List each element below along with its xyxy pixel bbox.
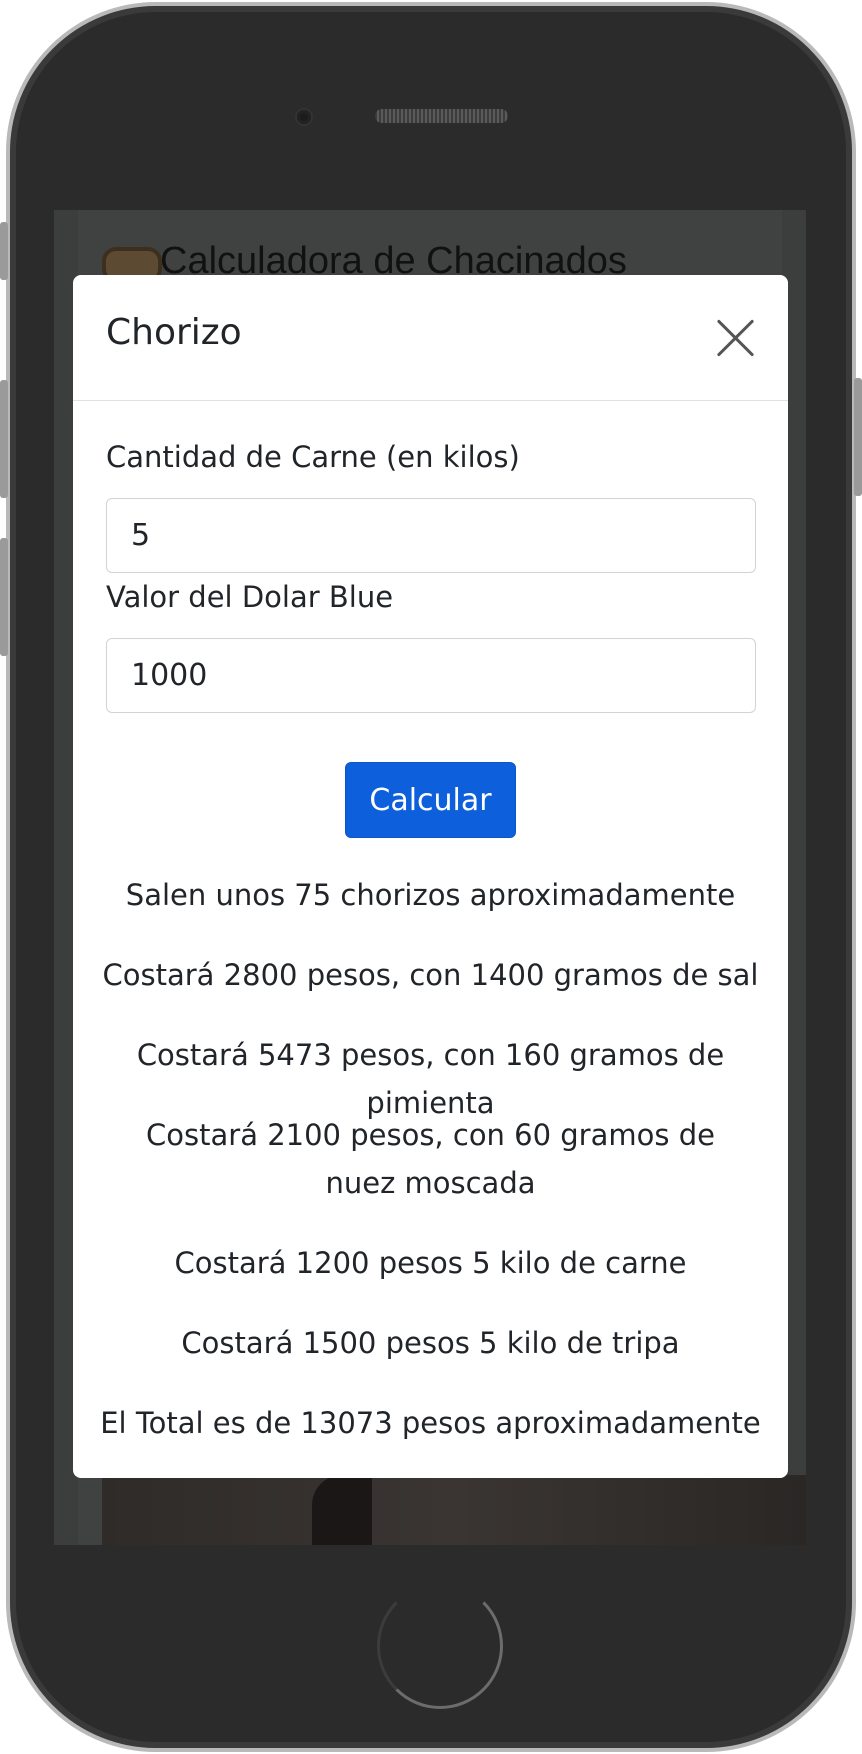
camera-icon bbox=[297, 110, 311, 124]
modal-title: Chorizo bbox=[106, 312, 242, 353]
result-quantity: Salen unos 75 chorizos aproximadamente bbox=[125, 878, 736, 912]
modal-header: Chorizo bbox=[73, 275, 788, 401]
meat-quantity-input[interactable] bbox=[106, 498, 756, 573]
close-icon[interactable] bbox=[717, 319, 755, 357]
result-meat: Costará 1200 pesos 5 kilo de carne bbox=[174, 1246, 687, 1280]
background-image bbox=[102, 1475, 806, 1545]
dollar-blue-input[interactable] bbox=[106, 638, 756, 713]
volume-down-button bbox=[0, 538, 8, 656]
power-button bbox=[854, 378, 862, 496]
dollar-blue-label: Valor del Dolar Blue bbox=[106, 580, 394, 614]
result-salt: Costará 2800 pesos, con 1400 gramos de s… bbox=[102, 958, 759, 992]
volume-up-button bbox=[0, 380, 8, 498]
home-button[interactable] bbox=[377, 1583, 503, 1709]
meat-quantity-label: Cantidad de Carne (en kilos) bbox=[106, 440, 520, 474]
speaker-grille bbox=[375, 109, 508, 123]
calculate-button[interactable]: Calcular bbox=[345, 762, 516, 838]
mute-switch bbox=[0, 222, 8, 280]
result-total: El Total es de 13073 pesos aproximadamen… bbox=[100, 1406, 761, 1440]
result-casing: Costará 1500 pesos 5 kilo de tripa bbox=[181, 1326, 680, 1360]
result-nutmeg: Costará 2100 pesos, con 60 gramos de nue… bbox=[146, 1118, 715, 1200]
chorizo-modal: Chorizo Cantidad de Carne (en kilos) Val… bbox=[73, 275, 788, 1478]
